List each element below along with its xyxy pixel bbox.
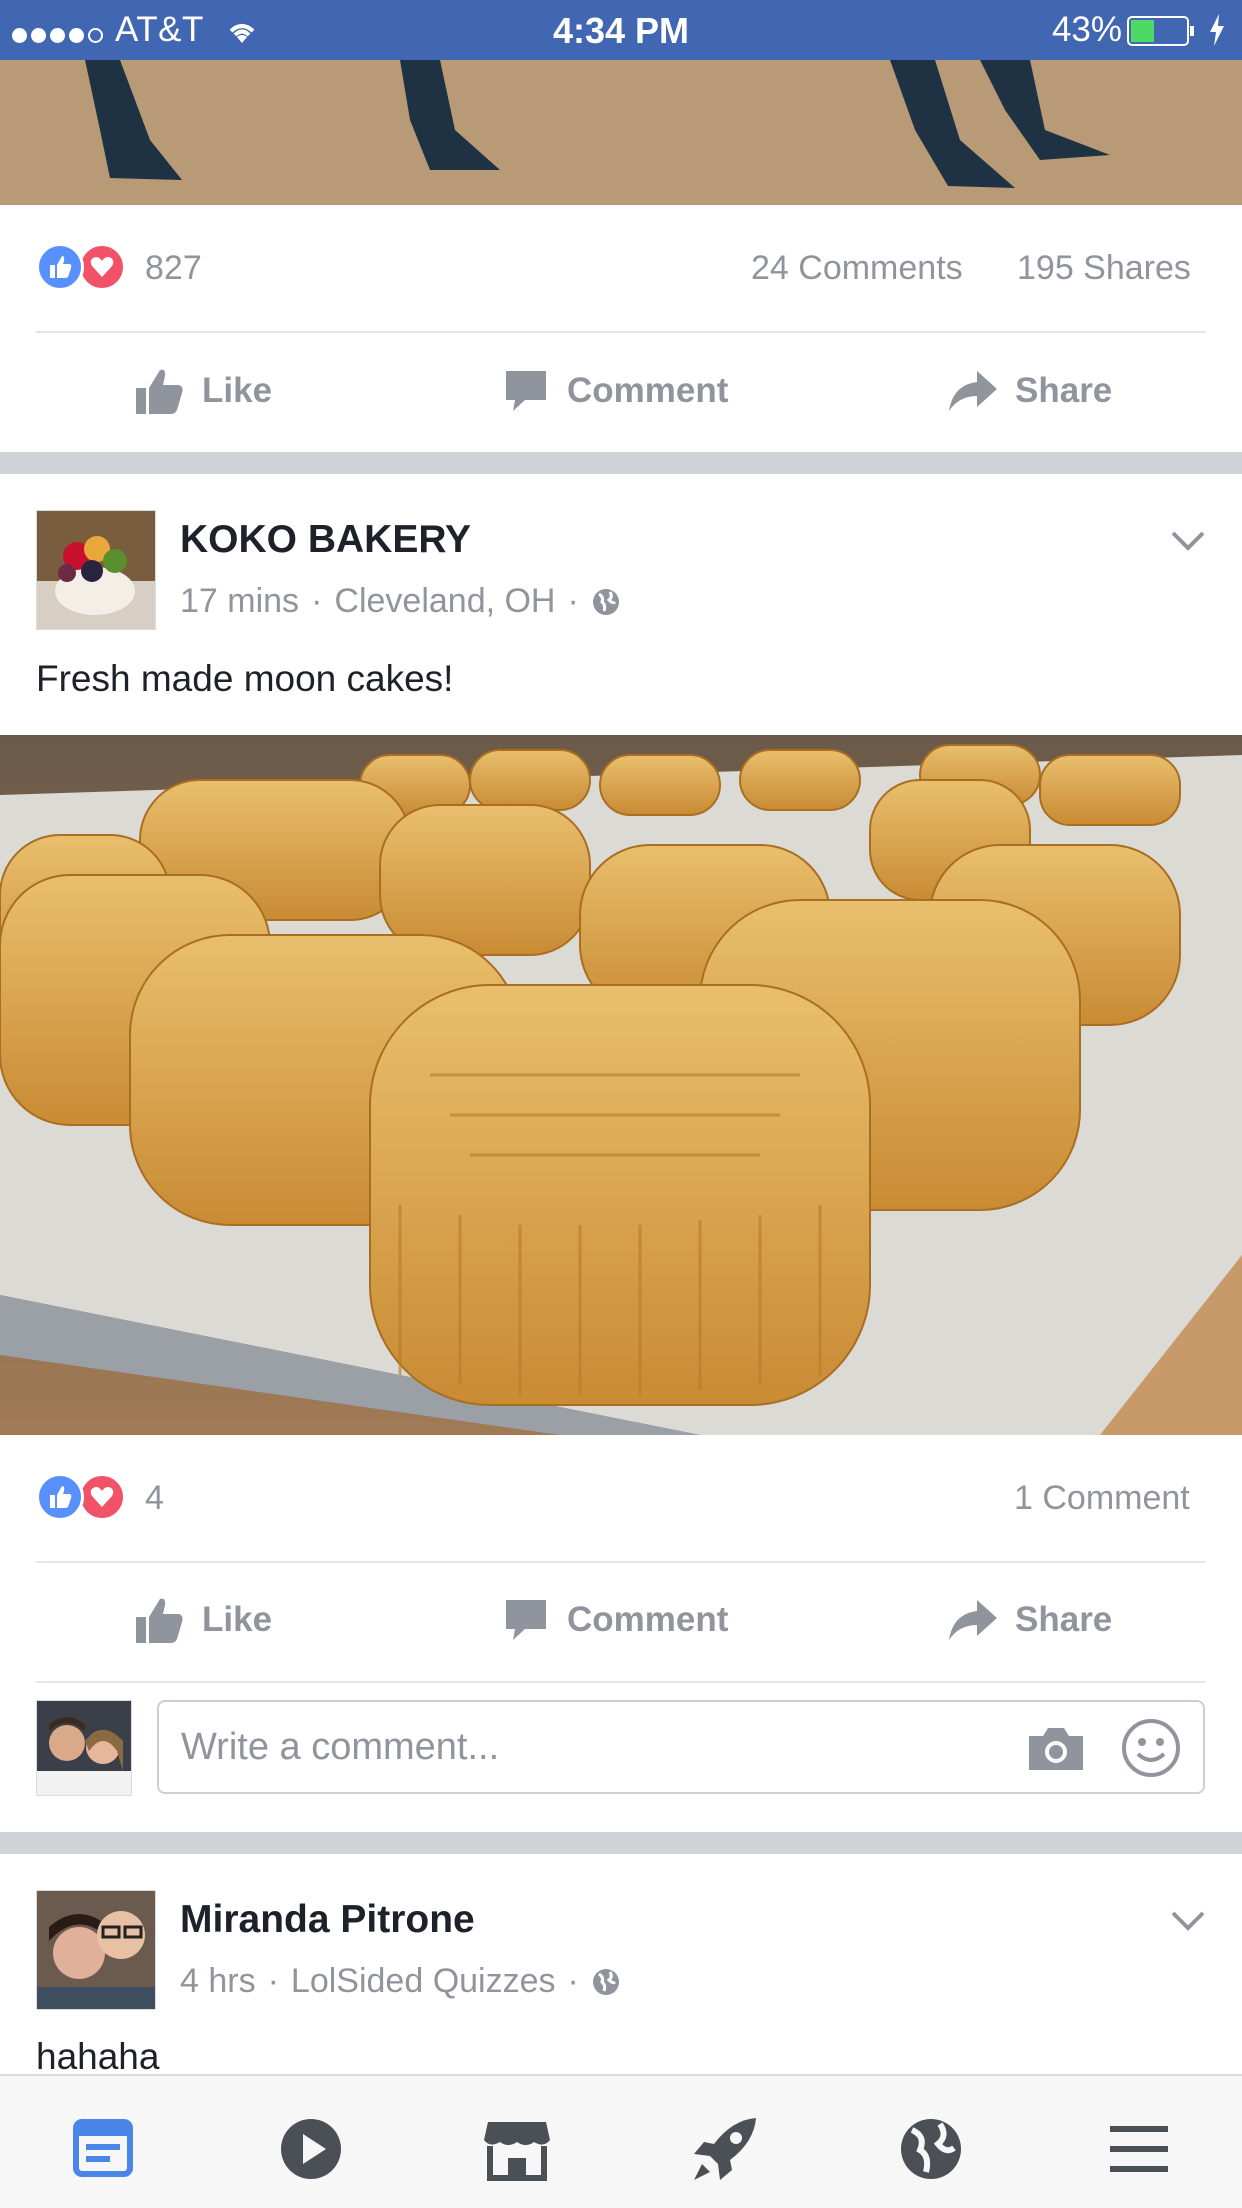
author-avatar[interactable] [36, 1890, 156, 2010]
post-time[interactable]: 4 hrs [180, 1962, 256, 2001]
post-location[interactable]: Cleveland, OH [334, 582, 555, 621]
explore-rocket-icon[interactable] [692, 2116, 758, 2182]
share-arrow-icon [949, 1600, 997, 1640]
news-feed-icon[interactable] [70, 2116, 136, 2182]
post-meta: 4 hrs · LolSided Quizzes · [180, 1962, 621, 2001]
share-button[interactable]: Share [947, 1590, 1112, 1650]
tab-bar [0, 2074, 1242, 2208]
feed-separator [0, 1832, 1242, 1854]
comment-button[interactable]: Comment [503, 361, 728, 421]
love-reaction-icon [78, 243, 126, 291]
shares-count[interactable]: 195 Shares [1017, 249, 1191, 288]
reaction-count[interactable]: 4 [145, 1479, 164, 1518]
thumbs-up-icon [136, 1598, 183, 1643]
menu-icon[interactable] [1106, 2116, 1172, 2182]
comments-count[interactable]: 1 Comment [1014, 1479, 1190, 1518]
reaction-icons[interactable] [36, 1473, 136, 1523]
camera-icon[interactable] [1025, 1724, 1087, 1772]
post-text: hahaha [36, 2036, 160, 2077]
comment-label: Comment [567, 371, 729, 410]
reaction-icons[interactable] [36, 243, 136, 293]
comments-count[interactable]: 24 Comments [751, 249, 963, 288]
battery-fill [1131, 20, 1154, 42]
like-button[interactable]: Like [134, 361, 272, 421]
public-globe-icon [592, 1968, 619, 1995]
charging-bolt-icon [1210, 14, 1224, 46]
post-options-chevron-icon[interactable] [1170, 530, 1206, 552]
post-source[interactable]: LolSided Quizzes [291, 1962, 556, 2001]
share-arrow-icon [949, 371, 997, 411]
like-reaction-icon [36, 243, 84, 291]
post-text: Fresh made moon cakes! [36, 658, 454, 699]
post-author[interactable]: Miranda Pitrone [180, 1898, 475, 1942]
reaction-count[interactable]: 827 [145, 249, 202, 288]
post-options-chevron-icon[interactable] [1170, 1910, 1206, 1932]
like-label: Like [202, 371, 273, 410]
marketplace-icon[interactable] [484, 2116, 550, 2182]
battery-icon [1127, 16, 1194, 46]
comment-input[interactable]: Write a comment... [157, 1700, 1205, 1794]
like-reaction-icon [36, 1473, 84, 1521]
emoji-icon[interactable] [1121, 1718, 1181, 1778]
post-author[interactable]: KOKO BAKERY [180, 518, 471, 562]
feed-separator [0, 452, 1242, 474]
post-time[interactable]: 17 mins [180, 582, 299, 621]
comment-label: Comment [567, 1600, 729, 1639]
globe-notifications-icon[interactable] [898, 2116, 964, 2182]
comment-button[interactable]: Comment [503, 1590, 728, 1650]
comment-bubble-icon [506, 371, 546, 411]
share-label: Share [1015, 1600, 1113, 1639]
page-avatar[interactable] [36, 510, 156, 630]
divider [36, 1561, 1206, 1563]
share-label: Share [1015, 371, 1113, 410]
post-meta: 17 mins · Cleveland, OH · [180, 582, 621, 621]
public-globe-icon [592, 588, 619, 615]
divider [36, 1681, 1206, 1683]
comment-bubble-icon [506, 1600, 546, 1640]
comment-placeholder: Write a comment... [181, 1726, 500, 1768]
love-reaction-icon [78, 1473, 126, 1521]
previous-post-image[interactable] [0, 60, 1242, 205]
like-label: Like [202, 1600, 273, 1639]
battery-percent: 43% [1051, 10, 1122, 49]
thumbs-up-icon [136, 369, 183, 414]
like-button[interactable]: Like [134, 1590, 272, 1650]
share-button[interactable]: Share [947, 361, 1112, 421]
video-icon[interactable] [278, 2116, 344, 2182]
status-bar: AT&T 4:34 PM 43% [0, 0, 1242, 60]
user-avatar[interactable] [36, 1700, 132, 1796]
post-photo-moon-cakes[interactable] [0, 735, 1242, 1435]
divider [36, 331, 1206, 333]
